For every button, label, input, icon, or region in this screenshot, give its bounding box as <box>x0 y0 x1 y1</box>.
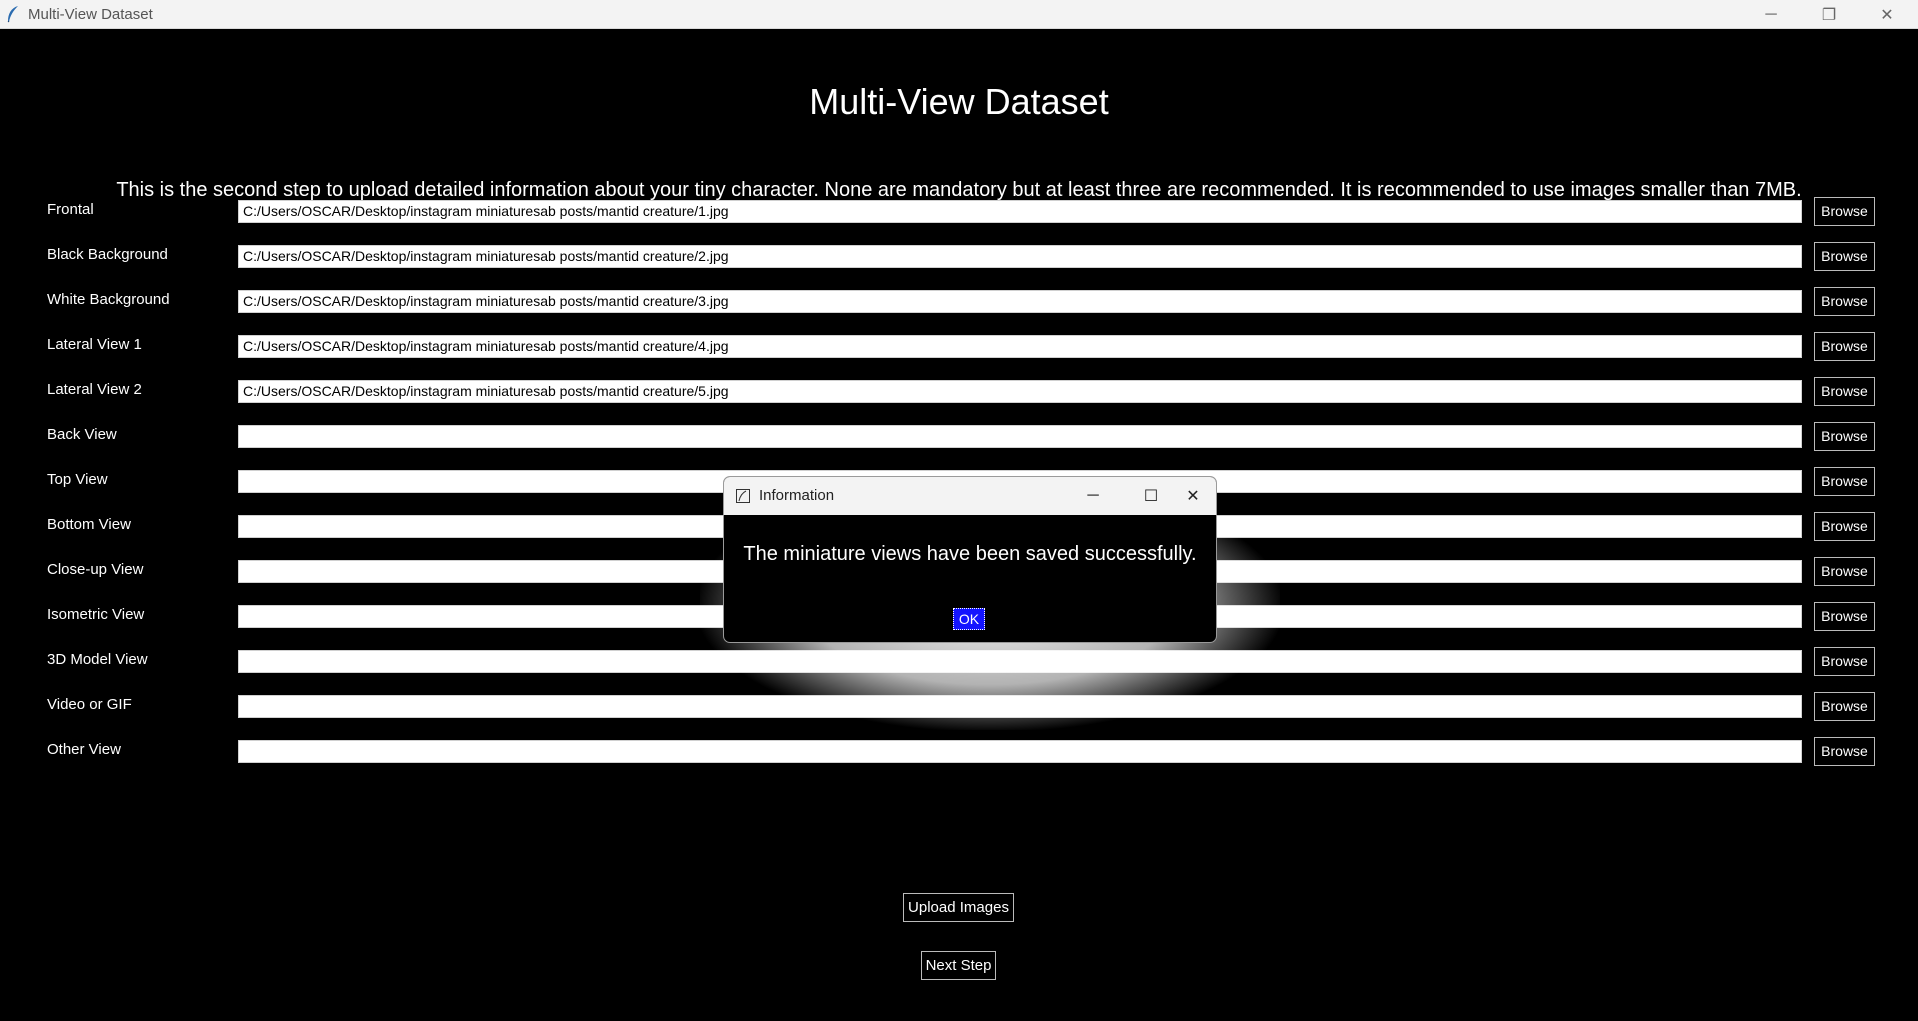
label-top-view: Top View <box>47 471 108 488</box>
ok-button[interactable]: OK <box>953 608 985 630</box>
minimize-button[interactable]: ─ <box>1742 0 1800 29</box>
browse-button-other-view[interactable]: Browse <box>1814 737 1875 766</box>
label-other-view: Other View <box>47 741 121 758</box>
page-title: Multi-View Dataset <box>809 81 1109 122</box>
label-bottom-view: Bottom View <box>47 516 131 533</box>
information-dialog: Information ─ ☐ ✕ The miniature views ha… <box>723 476 1217 643</box>
restore-button[interactable]: ❐ <box>1800 0 1858 29</box>
browse-button-lateral-view-2[interactable]: Browse <box>1814 377 1875 406</box>
browse-button-top-view[interactable]: Browse <box>1814 467 1875 496</box>
dialog-close-button[interactable]: ✕ <box>1170 477 1216 515</box>
instructions-text: This is the second step to upload detail… <box>116 179 1802 201</box>
label-video-or-gif: Video or GIF <box>47 696 132 713</box>
path-input-lateral-view-2[interactable]: C:/Users/OSCAR/Desktop/instagram miniatu… <box>238 380 1802 403</box>
path-input-white-background[interactable]: C:/Users/OSCAR/Desktop/instagram miniatu… <box>238 290 1802 313</box>
label-lateral-view-1: Lateral View 1 <box>47 336 142 353</box>
close-button[interactable]: ✕ <box>1858 0 1916 29</box>
feather-icon <box>7 6 18 23</box>
path-input-back-view[interactable] <box>238 425 1802 448</box>
upload-images-button[interactable]: Upload Images <box>903 893 1014 922</box>
browse-button-back-view[interactable]: Browse <box>1814 422 1875 451</box>
browse-button-black-background[interactable]: Browse <box>1814 242 1875 271</box>
label-close-up-view: Close-up View <box>47 561 144 578</box>
path-input-black-background[interactable]: C:/Users/OSCAR/Desktop/instagram miniatu… <box>238 245 1802 268</box>
path-input-frontal[interactable]: C:/Users/OSCAR/Desktop/instagram miniatu… <box>238 200 1802 223</box>
browse-button-isometric-view[interactable]: Browse <box>1814 602 1875 631</box>
label-lateral-view-2: Lateral View 2 <box>47 381 142 398</box>
label-3d-model-view: 3D Model View <box>47 651 148 668</box>
next-step-button[interactable]: Next Step <box>921 951 996 980</box>
dialog-minimize-button[interactable]: ─ <box>1070 477 1116 515</box>
dialog-maximize-button[interactable]: ☐ <box>1128 477 1174 515</box>
label-frontal: Frontal <box>47 201 94 218</box>
browse-button-lateral-view-1[interactable]: Browse <box>1814 332 1875 361</box>
path-input-other-view[interactable] <box>238 740 1802 763</box>
browse-button-white-background[interactable]: Browse <box>1814 287 1875 316</box>
label-back-view: Back View <box>47 426 117 443</box>
browse-button-3d-model-view[interactable]: Browse <box>1814 647 1875 676</box>
window-titlebar: Multi-View Dataset ─ ❐ ✕ <box>0 0 1918 29</box>
feather-icon <box>736 489 750 503</box>
dialog-titlebar: Information ─ ☐ ✕ <box>724 477 1216 515</box>
browse-button-video-or-gif[interactable]: Browse <box>1814 692 1875 721</box>
browse-button-bottom-view[interactable]: Browse <box>1814 512 1875 541</box>
dialog-title: Information <box>759 487 835 504</box>
dialog-message: The miniature views have been saved succ… <box>743 543 1197 565</box>
browse-button-frontal[interactable]: Browse <box>1814 197 1875 226</box>
path-input-lateral-view-1[interactable]: C:/Users/OSCAR/Desktop/instagram miniatu… <box>238 335 1802 358</box>
label-isometric-view: Isometric View <box>47 606 145 623</box>
browse-button-close-up-view[interactable]: Browse <box>1814 557 1875 586</box>
label-black-background: Black Background <box>47 246 168 263</box>
label-white-background: White Background <box>47 291 170 308</box>
window-title: Multi-View Dataset <box>28 6 153 23</box>
